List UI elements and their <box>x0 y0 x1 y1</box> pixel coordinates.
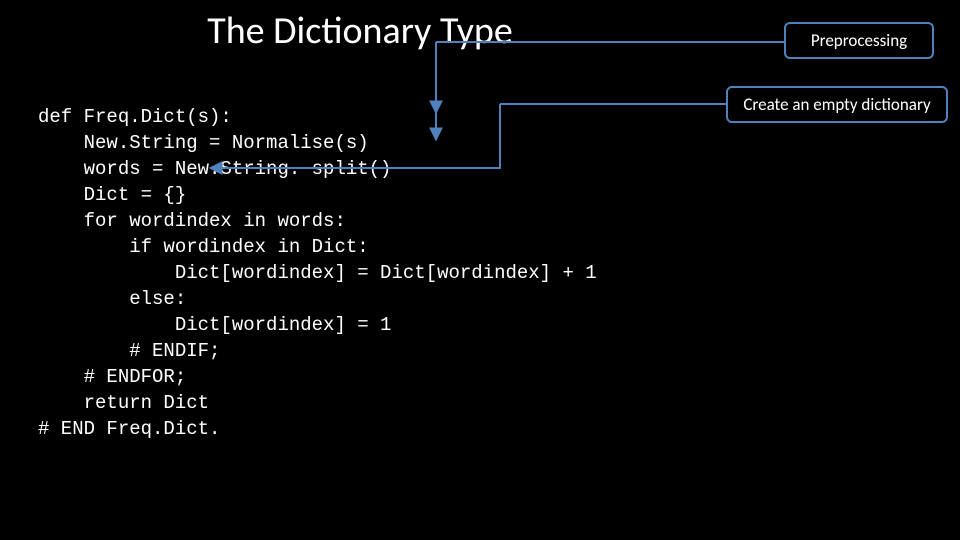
code-line: # ENDFOR; <box>38 366 186 388</box>
code-block: def Freq.Dict(s): New.String = Normalise… <box>38 78 597 442</box>
code-line: New.String = Normalise(s) <box>38 132 369 154</box>
code-line: Dict[wordindex] = 1 <box>38 314 391 336</box>
code-line: for wordindex in words: <box>38 210 346 232</box>
code-line: # ENDIF; <box>38 340 220 362</box>
code-line: else: <box>38 288 186 310</box>
slide-title: The Dictionary Type <box>0 8 720 54</box>
code-line: # END Freq.Dict. <box>38 418 220 440</box>
code-line: def Freq.Dict(s): <box>38 106 232 128</box>
callout-empty-dict: Create an empty dictionary <box>726 86 948 123</box>
code-line: if wordindex in Dict: <box>38 236 369 258</box>
code-line: Dict = {} <box>38 184 186 206</box>
code-line: words = New.String. split() <box>38 158 391 180</box>
callout-preprocessing: Preprocessing <box>784 22 934 59</box>
code-line: Dict[wordindex] = Dict[wordindex] + 1 <box>38 262 597 284</box>
code-line: return Dict <box>38 392 209 414</box>
